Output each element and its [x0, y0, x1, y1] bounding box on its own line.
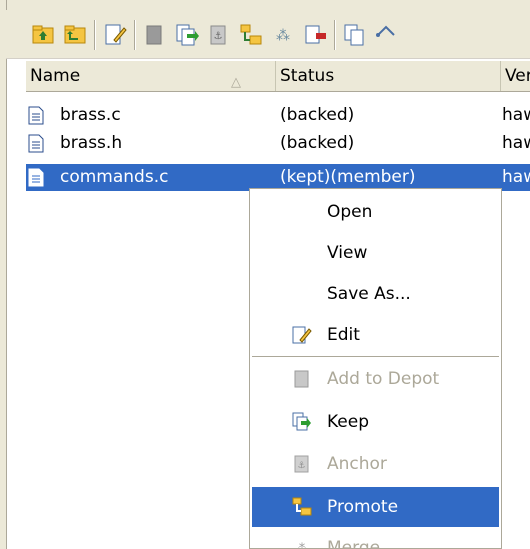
anchor-icon[interactable]: ⚓	[206, 22, 232, 48]
text-file-icon	[28, 134, 44, 153]
list-header: Name △ Status Ver	[26, 61, 530, 92]
merge-icon: ⁂	[296, 542, 309, 549]
text-file-icon	[28, 106, 44, 125]
menu-item-label: Keep	[327, 412, 370, 432]
add-to-depot-icon[interactable]	[142, 22, 168, 48]
menu-item-label: Open	[327, 202, 373, 222]
file-status: (backed)	[280, 133, 355, 153]
column-header-name-label: Name	[30, 66, 81, 86]
menu-item-save-as[interactable]: Save As...	[252, 274, 499, 314]
menu-item-label: Anchor	[327, 454, 387, 474]
folder-parent-icon[interactable]	[62, 22, 88, 48]
menu-item-label: Edit	[327, 325, 360, 345]
menu-item-keep[interactable]: Keep	[252, 402, 499, 442]
menu-item-merge[interactable]: ⁂ Merge	[252, 528, 499, 549]
sort-ascending-icon: △	[231, 75, 241, 90]
menu-item-label: Merge	[327, 538, 381, 549]
add-to-depot-icon	[294, 370, 309, 388]
table-row[interactable]: brass.c (backed) haw	[26, 102, 530, 129]
table-row[interactable]: brass.h (backed) haw	[26, 130, 530, 157]
menu-item-label: View	[327, 243, 368, 263]
text-file-icon	[28, 168, 44, 187]
svg-text:⁂: ⁂	[296, 542, 309, 549]
window-frame-left	[0, 0, 7, 549]
menu-item-label: Add to Depot	[327, 369, 440, 389]
svg-text:⁂: ⁂	[276, 28, 290, 44]
menu-item-label: Save As...	[327, 284, 411, 304]
menu-item-anchor[interactable]: ⚓ Anchor	[252, 444, 499, 484]
file-name: commands.c	[60, 167, 169, 187]
promote-icon[interactable]	[238, 22, 264, 48]
toolbar-separator	[334, 20, 335, 50]
file-name: brass.c	[60, 105, 121, 125]
column-header-status[interactable]: Status	[276, 61, 501, 91]
svg-text:⚓: ⚓	[214, 31, 223, 42]
diff-icon[interactable]	[374, 22, 400, 48]
menu-item-add-to-depot[interactable]: Add to Depot	[252, 359, 499, 399]
keep-icon	[292, 412, 311, 431]
file-name: brass.h	[60, 133, 123, 153]
toolbar-separator	[94, 20, 95, 50]
toolbar-separator	[134, 20, 135, 50]
file-status: (kept)(member)	[280, 167, 416, 187]
edit-document-icon[interactable]	[102, 22, 128, 48]
menu-item-open[interactable]: Open	[252, 192, 499, 232]
table-row-selected[interactable]: commands.c (kept)(member) haw	[26, 164, 530, 191]
column-header-status-label: Status	[280, 66, 335, 86]
anchor-icon: ⚓	[294, 455, 309, 473]
defunct-icon[interactable]	[302, 22, 328, 48]
menu-item-edit[interactable]: Edit	[252, 315, 499, 355]
edit-icon	[292, 326, 312, 344]
file-version: haw	[502, 133, 530, 153]
promote-icon	[292, 497, 312, 516]
file-version: haw	[502, 167, 530, 187]
file-version: haw	[502, 105, 530, 125]
column-header-version-label: Ver	[505, 66, 530, 86]
toolbar: ⚓ ⁂	[6, 10, 530, 59]
window-frame-top	[0, 0, 530, 10]
column-header-version[interactable]: Ver	[501, 61, 530, 91]
menu-item-label: Promote	[327, 497, 399, 517]
svg-text:⚓: ⚓	[297, 461, 305, 471]
keep-icon[interactable]	[174, 22, 200, 48]
folder-up-icon[interactable]	[30, 22, 56, 48]
menu-item-promote[interactable]: Promote	[252, 487, 499, 527]
copy-icon[interactable]	[342, 22, 368, 48]
context-menu: Open View Save As... Edit Add to Depot K…	[249, 188, 502, 549]
column-header-name[interactable]: Name △	[26, 61, 276, 91]
file-status: (backed)	[280, 105, 355, 125]
merge-icon[interactable]: ⁂	[270, 22, 296, 48]
menu-item-view[interactable]: View	[252, 233, 499, 273]
menu-separator	[252, 356, 499, 357]
